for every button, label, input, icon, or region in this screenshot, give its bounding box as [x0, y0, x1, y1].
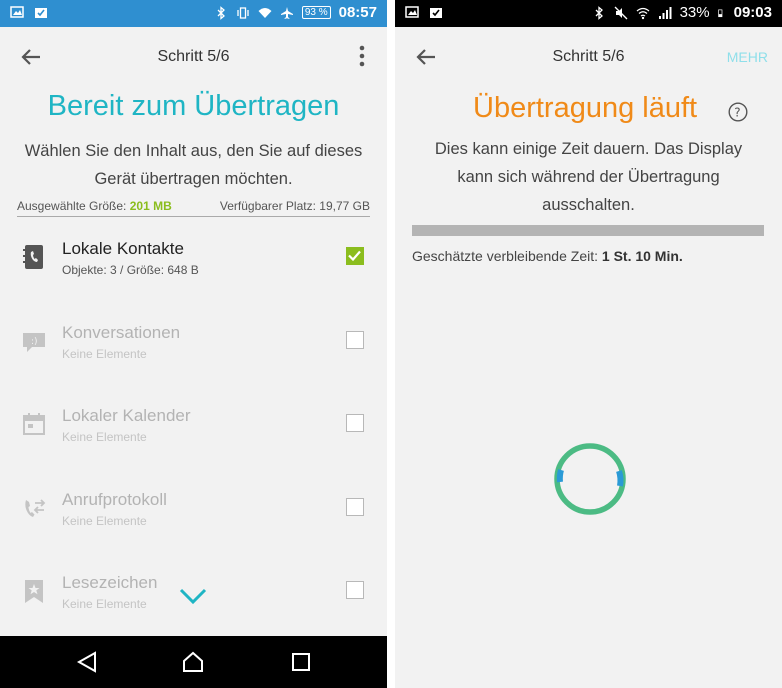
page-description: Wählen Sie den Inhalt aus, den Sie auf d…	[24, 142, 363, 188]
task-notification-icon	[35, 8, 47, 18]
page-title: Übertragung läuft	[473, 92, 698, 124]
available-space-value: 19,77 GB	[319, 199, 370, 213]
chevron-down-icon[interactable]	[178, 585, 208, 607]
nav-home-icon[interactable]	[181, 650, 205, 674]
loading-spinner-icon	[554, 443, 626, 515]
item-checkbox[interactable]	[346, 414, 364, 432]
conversation-icon: :)	[23, 333, 45, 352]
battery-indicator: 93 %	[301, 6, 331, 19]
contacts-icon	[23, 245, 43, 269]
item-details: Keine Elemente	[62, 430, 147, 444]
overflow-menu-icon[interactable]	[359, 45, 365, 67]
item-name: Lesezeichen	[62, 573, 158, 592]
svg-text::): :)	[31, 337, 38, 347]
right-screen: 33% 09:03 Schritt 5/6 MEHR Übertragung l…	[395, 0, 782, 688]
clock: 09:03	[733, 4, 772, 21]
clock: 08:57	[338, 4, 377, 21]
item-name: Lokaler Kalender	[62, 406, 191, 425]
task-notification-icon	[430, 8, 442, 18]
storage-summary: Ausgewählte Größe: 201 MB Verfügbarer Pl…	[17, 198, 370, 217]
bluetooth-icon	[217, 5, 225, 20]
item-details: Keine Elemente	[62, 597, 147, 611]
status-bar: 33% 09:03	[395, 0, 782, 27]
selected-size-value: 201 MB	[129, 199, 172, 213]
calendar-icon	[23, 413, 45, 435]
item-checkbox[interactable]	[346, 498, 364, 516]
gallery-notification-icon	[405, 6, 419, 18]
step-indicator: Schritt 5/6	[552, 48, 625, 65]
item-name: Konversationen	[62, 323, 181, 342]
list-item-call-log[interactable]: Anrufprotokoll Keine Elemente	[0, 479, 387, 559]
item-checkbox[interactable]	[346, 581, 364, 599]
battery-icon	[717, 9, 722, 17]
gallery-notification-icon	[10, 6, 24, 18]
mute-icon	[614, 6, 628, 19]
toolbar: Schritt 5/6	[0, 27, 387, 87]
status-bar: 93 % 08:57	[0, 0, 387, 27]
help-icon[interactable]: ?	[728, 102, 748, 122]
wifi-icon	[636, 7, 650, 19]
item-name: Anrufprotokoll	[62, 490, 167, 509]
available-space-label: Verfügbarer Platz:	[219, 199, 316, 213]
list-item-conversations[interactable]: :) Konversationen Keine Elemente	[0, 312, 387, 392]
item-details: Objekte: 3 / Größe: 648 B	[62, 263, 199, 277]
toolbar: Schritt 5/6 MEHR	[395, 27, 782, 87]
eta-value: 1 St. 10 Min.	[601, 248, 683, 264]
selected-size-label: Ausgewählte Größe:	[17, 199, 127, 213]
more-button[interactable]: MEHR	[727, 49, 768, 65]
left-screen: 93 % 08:57 Schritt 5/6 Bereit zum Übertr…	[0, 0, 387, 688]
bookmark-icon	[25, 580, 43, 603]
bluetooth-icon	[595, 5, 603, 20]
item-name: Lokale Kontakte	[62, 239, 184, 258]
signal-icon	[658, 6, 672, 19]
page-description: Dies kann einige Zeit dauern. Das Displa…	[434, 140, 743, 214]
wifi-icon	[258, 7, 272, 18]
navigation-bar	[0, 636, 387, 688]
checkmark-icon	[348, 250, 361, 262]
item-checkbox[interactable]	[346, 247, 364, 265]
svg-text:?: ?	[734, 106, 740, 120]
nav-back-icon[interactable]	[76, 650, 98, 674]
eta-label: Geschätzte verbleibende Zeit:	[412, 248, 598, 264]
nav-recents-icon[interactable]	[290, 650, 312, 674]
estimated-time: Geschätzte verbleibende Zeit: 1 St. 10 M…	[412, 248, 683, 264]
page-title: Bereit zum Übertragen	[47, 90, 340, 122]
vibrate-icon	[237, 6, 249, 19]
list-item-local-calendar[interactable]: Lokaler Kalender Keine Elemente	[0, 395, 387, 475]
item-details: Keine Elemente	[62, 347, 147, 361]
item-checkbox[interactable]	[346, 331, 364, 349]
list-item-local-contacts[interactable]: Lokale Kontakte Objekte: 3 / Größe: 648 …	[0, 228, 387, 308]
transfer-progress-bar	[412, 225, 764, 236]
airplane-icon	[280, 6, 293, 19]
call-log-icon	[25, 499, 46, 517]
item-details: Keine Elemente	[62, 514, 147, 528]
step-indicator: Schritt 5/6	[157, 48, 230, 65]
battery-percent: 33%	[679, 4, 710, 21]
